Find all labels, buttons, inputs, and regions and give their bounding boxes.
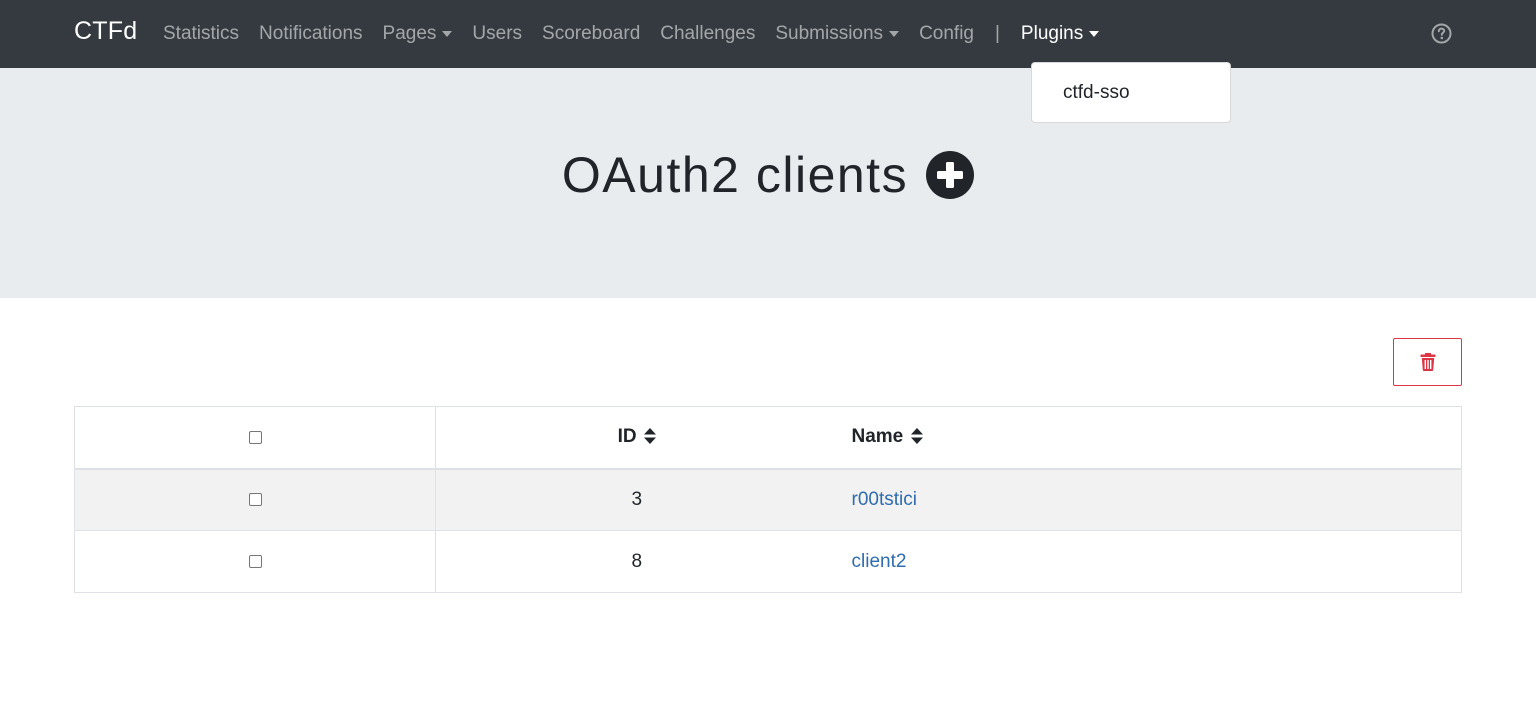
client-name-link[interactable]: client2 [852, 551, 907, 572]
nav-users[interactable]: Users [462, 23, 532, 45]
row-select-cell [74, 530, 436, 593]
brand-link[interactable]: CTFd [74, 17, 137, 46]
nav-challenges[interactable]: Challenges [650, 23, 765, 45]
row-checkbox[interactable] [248, 554, 262, 568]
plus-circle-icon[interactable] [926, 151, 975, 199]
client-name-link[interactable]: r00tstici [852, 489, 917, 510]
nav-statistics[interactable]: Statistics [153, 23, 249, 45]
header-id[interactable]: ID [435, 406, 838, 470]
row-id: 8 [435, 530, 838, 593]
sort-icon [643, 428, 656, 445]
nav-config[interactable]: Config [909, 23, 984, 45]
trash-icon [1420, 353, 1435, 371]
row-name-cell: r00tstici [837, 468, 1462, 531]
plugins-dropdown-menu: ctfd-sso [1031, 62, 1231, 123]
page-title-text: OAuth2 clients [561, 147, 909, 203]
header-select-cell [74, 406, 436, 470]
header-name-label: Name [851, 426, 904, 448]
nav-pages-dropdown[interactable]: Pages [373, 23, 463, 45]
page-title: OAuth2 clients [0, 146, 1536, 204]
sort-icon [910, 428, 923, 445]
row-name-cell: client2 [837, 530, 1462, 593]
nav-submissions-dropdown[interactable]: Submissions [765, 23, 909, 45]
clients-table: ID Name 3 r00tstici 8 client2 [74, 406, 1462, 593]
dropdown-item-ctfd-sso[interactable]: ctfd-sso [1063, 82, 1130, 104]
header-id-label: ID [617, 426, 637, 448]
table-row: 3 r00tstici [74, 468, 1462, 531]
nav-plugins-dropdown[interactable]: Plugins [1011, 23, 1109, 45]
row-select-cell [74, 468, 436, 531]
row-checkbox[interactable] [248, 493, 262, 507]
caret-down-icon [1089, 31, 1100, 37]
question-circle-icon[interactable] [1431, 23, 1452, 44]
nav-separator: | [994, 23, 1000, 44]
select-all-checkbox[interactable] [248, 430, 262, 444]
delete-selected-button[interactable] [1393, 338, 1462, 386]
header-name[interactable]: Name [837, 406, 1462, 470]
caret-down-icon [442, 31, 453, 37]
row-id: 3 [435, 468, 838, 531]
nav-scoreboard[interactable]: Scoreboard [532, 23, 650, 45]
nav-submissions-label: Submissions [775, 23, 884, 44]
nav-notifications[interactable]: Notifications [249, 23, 373, 45]
nav-plugins-label: Plugins [1020, 23, 1084, 44]
table-header-row: ID Name [74, 406, 1462, 470]
nav-pages-label: Pages [382, 23, 437, 44]
caret-down-icon [889, 31, 900, 37]
nav-links: Statistics Notifications Pages Users Sco… [153, 0, 1109, 68]
page-header: OAuth2 clients [0, 68, 1536, 298]
table-row: 8 client2 [74, 530, 1462, 593]
top-navbar: CTFd Statistics Notifications Pages User… [0, 0, 1536, 68]
